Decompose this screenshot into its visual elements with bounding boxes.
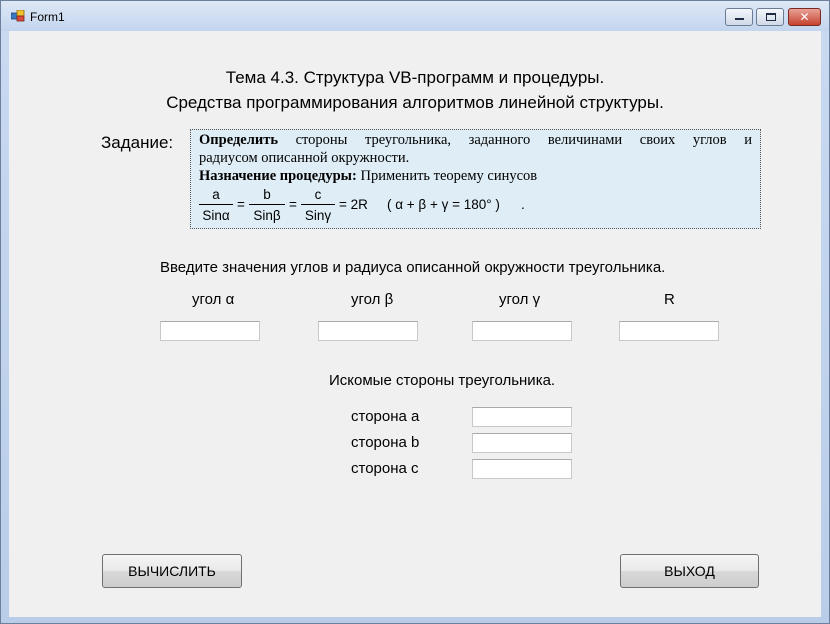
alpha-label: угол α: [192, 291, 235, 308]
alpha-input[interactable]: [160, 321, 260, 341]
task-purpose-bold: Назначение процедуры:: [199, 168, 357, 184]
app-window: Form1 ✕ Тема 4.3. Структура VB-программ …: [0, 0, 830, 624]
task-define-line: Определить стороны треугольника, заданно…: [199, 132, 752, 148]
calculate-button[interactable]: ВЫЧИСЛИТЬ: [102, 554, 242, 588]
side-c-output[interactable]: [472, 459, 572, 479]
close-button[interactable]: ✕: [788, 8, 821, 26]
fraction-a: a Sinα: [199, 186, 233, 224]
input-prompt: Введите значения углов и радиуса описанн…: [160, 259, 666, 276]
sine-law-formula: a Sinα = b Sinβ = c Sinγ = 2R ( α + β +: [199, 186, 619, 226]
side-a-output[interactable]: [472, 407, 572, 427]
form-app-icon: [11, 10, 25, 22]
maximize-icon: [766, 13, 776, 21]
task-purpose-line: Назначение процедуры: Применить теорему …: [199, 167, 752, 185]
beta-label: угол β: [351, 291, 394, 308]
side-b-label: сторона b: [351, 434, 420, 451]
output-title: Искомые стороны треугольника.: [329, 372, 556, 389]
maximize-button[interactable]: [756, 8, 784, 26]
exit-button[interactable]: ВЫХОД: [620, 554, 759, 588]
title-bar[interactable]: Form1 ✕: [1, 1, 829, 31]
fraction-c: c Sinγ: [301, 186, 335, 224]
fraction-b: b Sinβ: [249, 186, 285, 224]
radius-input[interactable]: [619, 321, 719, 341]
minimize-icon: [735, 18, 744, 20]
task-define-line2: радиусом описанной окружности.: [199, 150, 410, 166]
gamma-input[interactable]: [472, 321, 572, 341]
gamma-label: угол γ: [499, 291, 541, 308]
side-a-label: сторона a: [351, 408, 420, 425]
side-b-output[interactable]: [472, 433, 572, 453]
angle-sum: ( α + β + γ = 180° ): [387, 197, 500, 212]
beta-input[interactable]: [318, 321, 418, 341]
window-title: Form1: [30, 10, 65, 24]
heading-subtitle: Средства программирования алгоритмов лин…: [166, 93, 664, 112]
minimize-button[interactable]: [725, 8, 753, 26]
task-description-box: Определить стороны треугольника, заданно…: [190, 129, 761, 229]
close-icon: ✕: [799, 10, 810, 24]
task-define-bold: Определить: [199, 132, 278, 148]
task-purpose-text: Применить теорему синусов: [356, 168, 538, 184]
radius-label: R: [664, 291, 675, 308]
task-label: Задание:: [101, 133, 174, 152]
side-c-label: сторона c: [351, 460, 419, 477]
heading-topic: Тема 4.3. Структура VB-программ и процед…: [225, 68, 605, 87]
form-client-area: Тема 4.3. Структура VB-программ и процед…: [9, 31, 821, 617]
